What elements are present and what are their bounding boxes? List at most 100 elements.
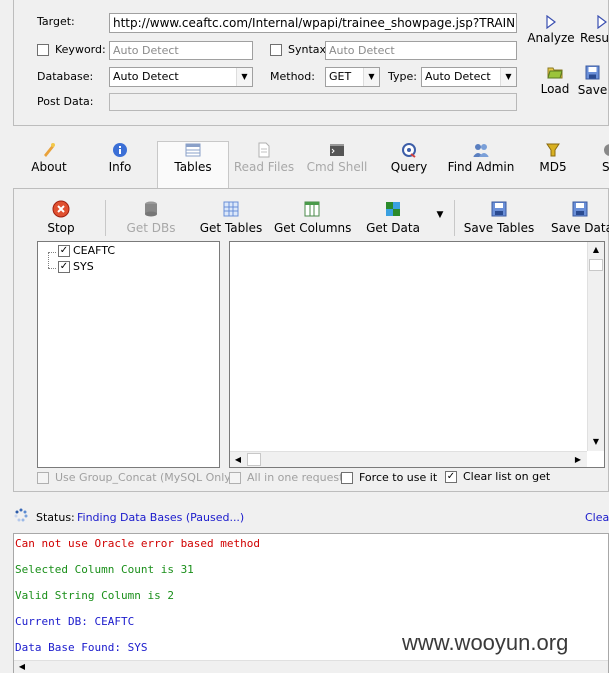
clear-link[interactable]: Clear (585, 511, 609, 524)
type-select[interactable]: Auto Detect ▼ (421, 67, 517, 87)
database-tree[interactable]: ✓ CEAFTC ✓ SYS (37, 241, 220, 468)
tab-settings-label: S (602, 160, 609, 174)
tab-info-label: Info (108, 160, 132, 174)
tab-find-admin-label: Find Admin (447, 160, 515, 174)
scroll-down-arrow[interactable]: ▼ (588, 434, 604, 450)
about-icon (44, 143, 55, 157)
log-horizontal-scrollbar[interactable]: ◀ (14, 660, 608, 673)
database-label: Database: (37, 70, 94, 83)
keyword-input[interactable]: Auto Detect (109, 41, 253, 60)
tree-connector (48, 252, 49, 268)
play-icon (546, 15, 556, 29)
horizontal-scrollbar[interactable]: ◀ ▶ (230, 451, 587, 467)
get-data-label: Get Data (366, 221, 420, 235)
save-button[interactable]: Save (576, 65, 609, 97)
tab-about-label: About (31, 160, 67, 174)
target-input[interactable]: http://www.ceaftc.com/Internal/wpapi/tra… (109, 13, 517, 33)
get-dbs-label: Get DBs (126, 221, 176, 235)
tree-connector (48, 252, 56, 253)
save-data-button[interactable]: Save Data (549, 200, 609, 235)
tab-about[interactable]: About (25, 142, 73, 182)
group-concat-checkbox[interactable] (37, 472, 49, 484)
method-label: Method: (270, 70, 315, 83)
get-columns-button[interactable]: Get Columns (274, 200, 352, 235)
folder-icon (547, 67, 563, 79)
load-label: Load (540, 82, 570, 96)
watermark: www.wooyun.org (402, 630, 569, 655)
tree-item-label[interactable]: SYS (73, 260, 94, 273)
tab-read-files[interactable]: Read Files (232, 142, 296, 182)
tab-read-files-label: Read Files (233, 160, 295, 174)
chevron-down-icon: ▼ (500, 68, 516, 86)
log-line: Valid String Column is 2 (15, 589, 174, 602)
tab-query-label: Query (390, 160, 428, 174)
target-label: Target: (37, 15, 75, 28)
toolbar-separator (105, 200, 106, 236)
scroll-thumb[interactable] (247, 453, 261, 466)
tab-cmd-shell[interactable]: Cmd Shell (305, 142, 369, 182)
status-label: Status: (36, 511, 75, 524)
scroll-left-arrow[interactable]: ◀ (230, 452, 246, 467)
tab-tables[interactable]: Tables (164, 142, 222, 182)
syntax-checkbox[interactable] (270, 44, 282, 56)
vertical-scrollbar[interactable]: ▲ ▼ (587, 242, 604, 451)
columns-icon (304, 201, 320, 217)
force-checkbox[interactable] (341, 472, 353, 484)
tree-item-checkbox[interactable]: ✓ (58, 261, 70, 273)
stop-label: Stop (47, 221, 75, 235)
scroll-left-arrow[interactable]: ◀ (16, 661, 28, 673)
all-in-one-label: All in one request. (247, 471, 347, 484)
scroll-up-arrow[interactable]: ▲ (588, 242, 604, 258)
get-tables-label: Get Tables (199, 221, 263, 235)
tab-find-admin[interactable]: Find Admin (445, 142, 517, 182)
tab-info[interactable]: Info (100, 142, 140, 182)
keyword-checkbox[interactable] (37, 44, 49, 56)
floppy-icon (585, 65, 600, 80)
find-admin-icon (473, 144, 489, 157)
cmd-shell-icon (330, 144, 344, 156)
spinner-icon (14, 508, 28, 522)
query-icon (402, 143, 416, 158)
log-line: Current DB: CEAFTC (15, 615, 135, 628)
tab-settings[interactable]: S (596, 142, 609, 182)
syntax-label: Syntax: (288, 43, 330, 56)
database-select[interactable]: Auto Detect ▼ (109, 67, 253, 87)
data-grid[interactable]: ▲ ▼ ◀ ▶ (229, 241, 605, 468)
get-tables-button[interactable]: Get Tables (198, 200, 264, 235)
result-button[interactable]: Resu (580, 15, 609, 45)
settings-icon (604, 144, 609, 156)
postdata-input[interactable] (109, 93, 517, 111)
all-in-one-checkbox[interactable] (229, 472, 241, 484)
scroll-thumb[interactable] (589, 259, 603, 271)
floppy-icon (491, 201, 507, 217)
toolbar-separator (454, 200, 455, 236)
save-tables-button[interactable]: Save Tables (463, 200, 535, 235)
get-dbs-button[interactable]: Get DBs (124, 200, 178, 235)
get-data-dropdown[interactable]: ▼ (434, 210, 446, 222)
tree-item-checkbox[interactable]: ✓ (58, 245, 70, 257)
scroll-right-arrow[interactable]: ▶ (570, 452, 586, 467)
postdata-label: Post Data: (37, 95, 94, 108)
stop-button[interactable]: Stop (46, 200, 76, 235)
tab-cmd-shell-label: Cmd Shell (306, 160, 368, 174)
get-columns-label: Get Columns (274, 221, 352, 235)
method-select-value: GET (329, 70, 352, 83)
database-select-value: Auto Detect (113, 70, 179, 83)
analyze-button[interactable]: Analyze (527, 15, 575, 45)
load-button[interactable]: Load (538, 65, 572, 96)
clear-list-label: Clear list on get (463, 470, 551, 483)
type-label: Type: (388, 70, 417, 83)
data-icon (386, 202, 400, 216)
method-select[interactable]: GET ▼ (325, 67, 380, 87)
keyword-label: Keyword: (55, 43, 106, 56)
tab-md5[interactable]: MD5 (535, 142, 571, 182)
tree-item-label[interactable]: CEAFTC (73, 244, 115, 257)
force-label: Force to use it (359, 471, 438, 484)
get-data-button[interactable]: Get Data (366, 200, 420, 235)
syntax-input[interactable]: Auto Detect (325, 41, 517, 60)
tab-query[interactable]: Query (388, 142, 430, 182)
log-line: Data Base Found: SYS (15, 641, 148, 654)
clear-list-checkbox[interactable]: ✓ (445, 471, 457, 483)
chevron-down-icon: ▼ (236, 68, 252, 86)
log-line: Can not use Oracle error based method (15, 537, 261, 550)
